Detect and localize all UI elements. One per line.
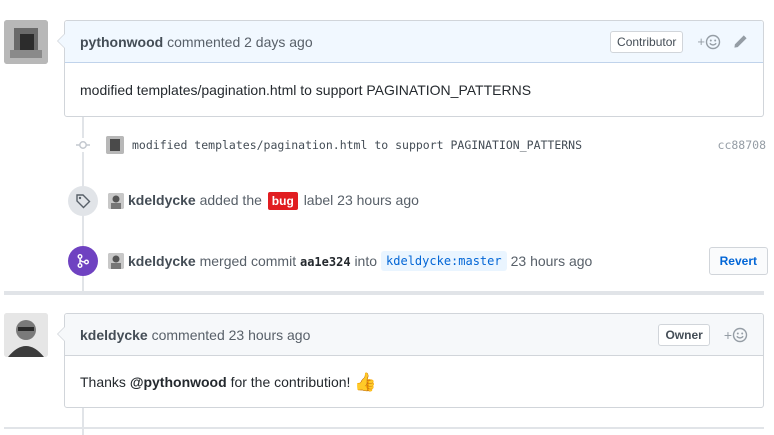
event-actor[interactable]: kdeldycke: [128, 192, 196, 208]
timeline-merge-event: kdeldycke merged commit aa1e324 into kde…: [68, 245, 768, 277]
comment-kdeldycke: kdeldycke commented 23 hours ago Owner +…: [57, 313, 764, 408]
avatar-image: [4, 20, 48, 64]
pencil-icon: [734, 35, 747, 48]
avatar-pythonwood[interactable]: [4, 20, 48, 64]
timeline-line: [82, 408, 84, 435]
actor-avatar[interactable]: [108, 253, 124, 269]
comment-header-text: kdeldycke commented 23 hours ago: [80, 327, 658, 343]
avatar-kdeldycke[interactable]: [4, 313, 48, 357]
comment-author[interactable]: kdeldycke: [80, 327, 148, 343]
comment-timestamp[interactable]: commented 23 hours ago: [152, 327, 311, 343]
git-commit-icon: [76, 138, 90, 152]
revert-button[interactable]: Revert: [708, 247, 768, 275]
add-reaction-button[interactable]: +: [697, 34, 721, 50]
timeline-label-event: kdeldycke added the bug label 23 hours a…: [68, 186, 768, 216]
edit-comment-button[interactable]: [733, 34, 748, 49]
git-merge-icon: [68, 246, 98, 276]
owner-badge: Owner: [658, 323, 710, 346]
merge-commit-sha-link[interactable]: aa1e324: [300, 255, 351, 269]
contributor-badge: Contributor: [610, 30, 684, 53]
timeline-commit: modified templates/pagination.html to su…: [76, 132, 766, 158]
user-mention-link[interactable]: @pythonwood: [130, 374, 227, 390]
merge-event-text-middle: into: [354, 253, 378, 269]
actor-avatar[interactable]: [108, 193, 124, 209]
comment-header: pythonwood commented 2 days ago Contribu…: [65, 21, 763, 63]
merge-event-time[interactable]: 23 hours ago: [511, 253, 593, 269]
comment-body: Thanks @pythonwood for the contribution!…: [65, 356, 763, 408]
comment-header-text: pythonwood commented 2 days ago: [80, 34, 610, 50]
comment-timestamp[interactable]: commented 2 days ago: [167, 34, 313, 50]
smiley-icon: [732, 327, 748, 342]
smiley-icon: [705, 34, 721, 49]
commit-author-avatar[interactable]: [106, 136, 124, 154]
timeline-separator: [4, 427, 764, 429]
event-actor[interactable]: kdeldycke: [128, 253, 196, 269]
reaction-plus-label: +: [723, 326, 732, 343]
comment-body-text-after: for the contribution!: [230, 374, 351, 390]
merge-event-text-before: merged commit: [199, 253, 297, 269]
add-reaction-button[interactable]: +: [724, 327, 748, 343]
label-event-text-after: label 23 hours ago: [303, 192, 419, 208]
avatar-image: [4, 313, 48, 357]
commit-sha-link[interactable]: cc88708: [718, 138, 766, 152]
reaction-plus-label: +: [697, 34, 705, 49]
label-event-text-before: added the: [199, 192, 262, 208]
comment-pythonwood: pythonwood commented 2 days ago Contribu…: [57, 20, 764, 117]
comment-header: kdeldycke commented 23 hours ago Owner +: [65, 314, 763, 356]
bug-label[interactable]: bug: [267, 192, 298, 210]
commit-message-link[interactable]: modified templates/pagination.html to su…: [132, 138, 718, 152]
label-event-text: kdeldycke added the bug label 23 hours a…: [128, 192, 419, 210]
comment-author[interactable]: pythonwood: [80, 34, 163, 50]
merge-event-text: kdeldycke merged commit aa1e324 into: [128, 253, 377, 269]
tag-icon: [68, 186, 98, 216]
comment-body: modified templates/pagination.html to su…: [80, 82, 532, 98]
comment-body-text-before: Thanks: [80, 374, 126, 390]
thumbs-up-icon: 👍: [354, 371, 377, 392]
target-branch[interactable]: kdeldycke:master: [381, 251, 507, 271]
timeline-separator: [4, 291, 764, 295]
